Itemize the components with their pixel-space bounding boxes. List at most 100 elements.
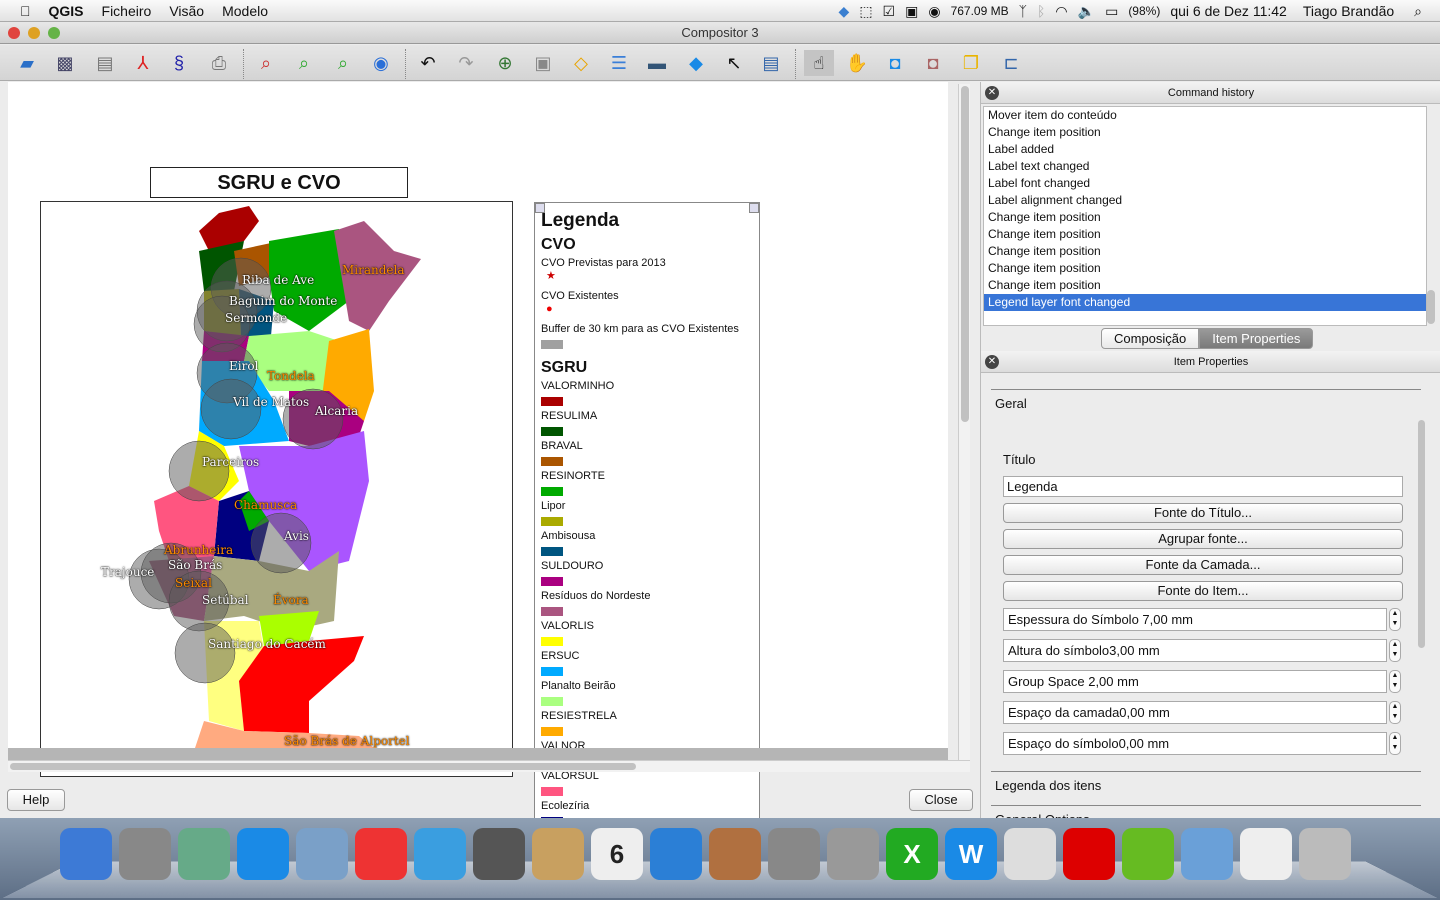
properties-scroll-thumb[interactable] <box>1418 420 1425 648</box>
dropbox-icon[interactable]: ◆ <box>839 3 850 20</box>
history-item[interactable]: Change item position <box>984 243 1426 260</box>
history-item[interactable]: Legend layer font changed <box>984 294 1426 311</box>
raise-icon[interactable]: ❐ <box>958 50 984 76</box>
export-image-icon[interactable]: ▤ <box>92 50 118 76</box>
group-icon[interactable]: ◘ <box>882 50 908 76</box>
history-item[interactable]: Label font changed <box>984 175 1426 192</box>
menu-qgis[interactable]: QGIS <box>40 3 93 19</box>
spin-arrows-icon[interactable]: ▲ ▼ <box>1389 701 1401 724</box>
battery-icon[interactable]: ▭ <box>1105 3 1118 20</box>
section-legend-items[interactable]: Legenda dos itens <box>991 771 1421 799</box>
inbox-icon[interactable]: ☑ <box>883 3 896 20</box>
scroll-thumb[interactable] <box>10 763 636 770</box>
symbol-space-spinbox[interactable]: Espaço do símbolo0,00 mm <box>1003 732 1387 755</box>
redo-icon[interactable]: ↷ <box>453 50 479 76</box>
resize-handle[interactable] <box>749 203 759 213</box>
dock-app-acrobat-icon[interactable] <box>1063 828 1115 880</box>
history-scroll-thumb[interactable] <box>1427 290 1435 324</box>
tab-composicao[interactable]: Composição <box>1101 328 1200 349</box>
history-item[interactable]: Change item position <box>984 260 1426 277</box>
user-name[interactable]: Tiago Brandão <box>1303 3 1394 19</box>
dock-app-facetime-icon[interactable] <box>473 828 525 880</box>
group-space-spinbox[interactable]: Group Space 2,00 mm <box>1003 670 1387 693</box>
zoom-in-icon[interactable]: ⌕ <box>291 50 317 76</box>
dock-app-documents-icon[interactable] <box>1181 828 1233 880</box>
history-item[interactable]: Label alignment changed <box>984 192 1426 209</box>
spotlight-icon[interactable]: ⌕ <box>1414 3 1422 20</box>
apple-icon[interactable]:  <box>0 3 40 19</box>
close-button[interactable]: Close <box>909 789 973 811</box>
add-arrow-icon[interactable]: ↖ <box>721 50 747 76</box>
antenna-icon[interactable]: ᛉ <box>1019 3 1027 19</box>
layer-font-button[interactable]: Fonte da Camada... <box>1003 555 1403 575</box>
close-window-button[interactable] <box>8 27 20 39</box>
bluetooth-icon[interactable]: ᛒ <box>1037 3 1045 19</box>
contacts-icon[interactable]: ▣ <box>905 3 918 20</box>
align-icon[interactable]: ⊏ <box>998 50 1024 76</box>
export-pdf-icon[interactable]: ⅄ <box>130 50 156 76</box>
spin-arrows-icon[interactable]: ▲ ▼ <box>1389 670 1401 693</box>
dock-app-word-icon[interactable]: W <box>945 828 997 880</box>
screenshot-icon[interactable]: ⬚ <box>859 3 872 20</box>
map-title-label[interactable]: SGRU e CVO <box>150 167 408 198</box>
zoom-window-button[interactable] <box>48 27 60 39</box>
undo-icon[interactable]: ↶ <box>415 50 441 76</box>
move-content-icon[interactable]: ✋ <box>844 50 870 76</box>
add-image-icon[interactable]: ▣ <box>530 50 556 76</box>
command-history-list[interactable]: Mover item do conteúdo Change item positi… <box>983 106 1427 326</box>
dock-app-calendar-icon[interactable]: 6 <box>591 828 643 880</box>
dock-app-iphoto-icon[interactable] <box>709 828 761 880</box>
dock-app-safari-icon[interactable] <box>414 828 466 880</box>
layer-space-spinbox[interactable]: Espaço da camada0,00 mm <box>1003 701 1387 724</box>
print-icon[interactable]: ⎙ <box>206 50 232 76</box>
add-table-icon[interactable]: ▤ <box>758 50 784 76</box>
menu-visao[interactable]: Visão <box>160 3 213 19</box>
dock-app-docx-icon[interactable] <box>1240 828 1292 880</box>
map-item[interactable]: Riba de Ave Mirandela Baguim do Monte Se… <box>40 201 513 777</box>
menu-modelo[interactable]: Modelo <box>213 3 277 19</box>
add-legend-icon[interactable]: ☰ <box>606 50 632 76</box>
clock[interactable]: qui 6 de Dez 11:42 <box>1170 3 1287 19</box>
dock-app-finder-icon[interactable] <box>60 828 112 880</box>
add-scalebar-icon[interactable]: ▬ <box>644 50 670 76</box>
close-panel-icon[interactable]: ✕ <box>985 86 999 100</box>
legend-title-input[interactable]: Legenda <box>1003 476 1403 497</box>
ungroup-icon[interactable]: ◘ <box>920 50 946 76</box>
dock-app-launchpad-icon[interactable] <box>119 828 171 880</box>
add-map-icon[interactable]: ⊕ <box>492 50 518 76</box>
memory-readout[interactable]: 767.09 MB <box>951 4 1009 18</box>
minimize-window-button[interactable] <box>28 27 40 39</box>
group-font-button[interactable]: Agrupar fonte... <box>1003 529 1403 549</box>
dock-app-app-store-icon[interactable] <box>237 828 289 880</box>
history-item[interactable]: Label text changed <box>984 158 1426 175</box>
composition-canvas[interactable]: SGRU e CVO Riba de Ave Mirandela Baguim … <box>8 82 948 822</box>
zoom-out-icon[interactable]: ⌕ <box>330 50 356 76</box>
symbol-width-spinbox[interactable]: Espessura do Símbolo 7,00 mm <box>1003 608 1387 631</box>
select-move-icon[interactable]: ☝ <box>804 50 834 76</box>
history-item[interactable]: Label added <box>984 141 1426 158</box>
dock-app-qgis-icon[interactable] <box>1122 828 1174 880</box>
dock-app-photo-booth-icon[interactable] <box>827 828 879 880</box>
wifi-icon[interactable]: ◠ <box>1055 3 1067 20</box>
refresh-icon[interactable]: ◉ <box>368 50 394 76</box>
vertical-scrollbar[interactable] <box>958 84 970 760</box>
close-panel-icon[interactable]: ✕ <box>985 355 999 369</box>
dock-app-itunes-icon[interactable] <box>650 828 702 880</box>
export-svg-icon[interactable]: § <box>166 50 192 76</box>
spin-arrows-icon[interactable]: ▲ ▼ <box>1389 732 1401 755</box>
history-item[interactable]: Change item position <box>984 124 1426 141</box>
spin-arrows-icon[interactable]: ▲ ▼ <box>1389 639 1401 662</box>
legend-item[interactable]: Legenda CVO CVO Previstas para 2013 ★ CVO E… <box>534 202 760 822</box>
help-button[interactable]: Help <box>7 789 65 811</box>
history-item[interactable]: Mover item do conteúdo <box>984 107 1426 124</box>
dock-app-trash-icon[interactable] <box>1299 828 1351 880</box>
dock-app-system-preferences-icon[interactable] <box>768 828 820 880</box>
add-shape-icon[interactable]: ◆ <box>683 50 709 76</box>
scroll-thumb[interactable] <box>961 86 969 422</box>
dock-app-mail-icon[interactable] <box>296 828 348 880</box>
save-template-icon[interactable]: ▩ <box>52 50 78 76</box>
history-item[interactable]: Change item position <box>984 226 1426 243</box>
dock-app-contacts-icon[interactable] <box>532 828 584 880</box>
horizontal-scrollbar[interactable] <box>8 760 970 772</box>
zoom-full-icon[interactable]: ⌕ <box>253 50 279 76</box>
